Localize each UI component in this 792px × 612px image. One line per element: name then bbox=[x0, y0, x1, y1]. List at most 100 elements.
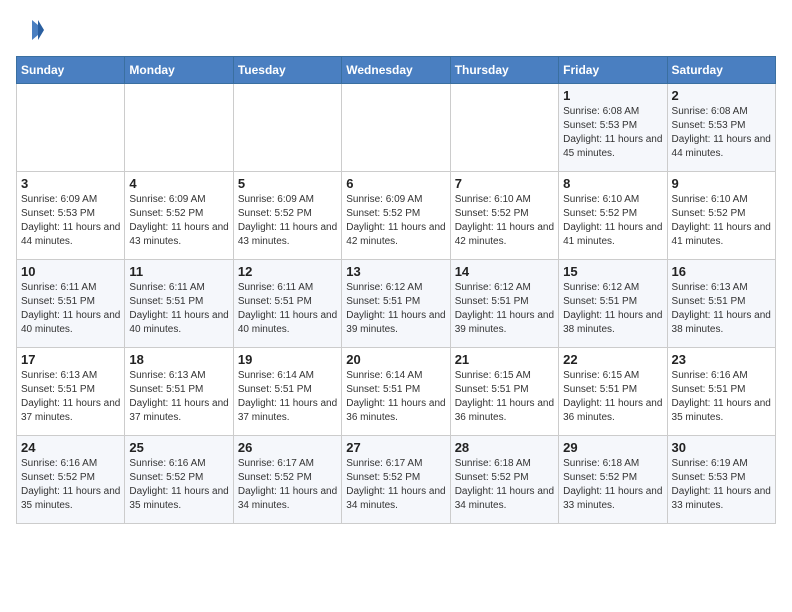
day-info: Sunrise: 6:11 AMSunset: 5:51 PMDaylight:… bbox=[21, 281, 120, 337]
page-header bbox=[16, 16, 776, 44]
day-info: Sunrise: 6:09 AMSunset: 5:52 PMDaylight:… bbox=[129, 193, 228, 249]
calendar-cell: 20 Sunrise: 6:14 AMSunset: 5:51 PMDayligh… bbox=[342, 348, 450, 436]
day-info: Sunrise: 6:13 AMSunset: 5:51 PMDaylight:… bbox=[129, 369, 228, 425]
calendar-cell: 21 Sunrise: 6:15 AMSunset: 5:51 PMDayligh… bbox=[450, 348, 558, 436]
calendar-header: SundayMondayTuesdayWednesdayThursdayFrid… bbox=[17, 57, 776, 84]
calendar-cell: 11 Sunrise: 6:11 AMSunset: 5:51 PMDayligh… bbox=[125, 260, 233, 348]
day-number: 14 bbox=[455, 264, 554, 279]
day-info: Sunrise: 6:12 AMSunset: 5:51 PMDaylight:… bbox=[563, 281, 662, 337]
day-number: 5 bbox=[238, 176, 337, 191]
day-number: 22 bbox=[563, 352, 662, 367]
day-info: Sunrise: 6:15 AMSunset: 5:51 PMDaylight:… bbox=[455, 369, 554, 425]
day-info: Sunrise: 6:10 AMSunset: 5:52 PMDaylight:… bbox=[672, 193, 771, 249]
day-info: Sunrise: 6:18 AMSunset: 5:52 PMDaylight:… bbox=[455, 457, 554, 513]
day-number: 20 bbox=[346, 352, 445, 367]
day-info: Sunrise: 6:13 AMSunset: 5:51 PMDaylight:… bbox=[21, 369, 120, 425]
calendar-cell: 9 Sunrise: 6:10 AMSunset: 5:52 PMDaylight… bbox=[667, 172, 775, 260]
calendar-cell: 14 Sunrise: 6:12 AMSunset: 5:51 PMDayligh… bbox=[450, 260, 558, 348]
calendar-cell: 24Sunrise: 6:16 AMSunset: 5:52 PMDayligh… bbox=[17, 436, 125, 524]
calendar-cell: 10 Sunrise: 6:11 AMSunset: 5:51 PMDayligh… bbox=[17, 260, 125, 348]
day-number: 21 bbox=[455, 352, 554, 367]
day-number: 18 bbox=[129, 352, 228, 367]
day-number: 2 bbox=[672, 88, 771, 103]
day-number: 24 bbox=[21, 440, 120, 455]
calendar-cell: 29Sunrise: 6:18 AMSunset: 5:52 PMDayligh… bbox=[559, 436, 667, 524]
day-number: 12 bbox=[238, 264, 337, 279]
weekday-header-saturday: Saturday bbox=[667, 57, 775, 84]
day-info: Sunrise: 6:09 AMSunset: 5:52 PMDaylight:… bbox=[238, 193, 337, 249]
calendar-cell: 17Sunrise: 6:13 AMSunset: 5:51 PMDayligh… bbox=[17, 348, 125, 436]
calendar-cell: 28 Sunrise: 6:18 AMSunset: 5:52 PMDayligh… bbox=[450, 436, 558, 524]
calendar-week-3: 10 Sunrise: 6:11 AMSunset: 5:51 PMDayligh… bbox=[17, 260, 776, 348]
weekday-header-row: SundayMondayTuesdayWednesdayThursdayFrid… bbox=[17, 57, 776, 84]
weekday-header-tuesday: Tuesday bbox=[233, 57, 341, 84]
day-info: Sunrise: 6:14 AMSunset: 5:51 PMDaylight:… bbox=[238, 369, 337, 425]
day-info: Sunrise: 6:18 AMSunset: 5:52 PMDaylight:… bbox=[563, 457, 662, 513]
calendar-cell: 5 Sunrise: 6:09 AMSunset: 5:52 PMDaylight… bbox=[233, 172, 341, 260]
calendar-cell: 1 Sunrise: 6:08 AMSunset: 5:53 PMDaylight… bbox=[559, 84, 667, 172]
logo-icon bbox=[16, 16, 44, 44]
calendar-cell: 22 Sunrise: 6:15 AMSunset: 5:51 PMDayligh… bbox=[559, 348, 667, 436]
day-number: 30 bbox=[672, 440, 771, 455]
day-info: Sunrise: 6:17 AMSunset: 5:52 PMDaylight:… bbox=[238, 457, 337, 513]
day-info: Sunrise: 6:17 AMSunset: 5:52 PMDaylight:… bbox=[346, 457, 445, 513]
weekday-header-wednesday: Wednesday bbox=[342, 57, 450, 84]
day-info: Sunrise: 6:19 AMSunset: 5:53 PMDaylight:… bbox=[672, 457, 771, 513]
day-number: 9 bbox=[672, 176, 771, 191]
calendar-cell: 13 Sunrise: 6:12 AMSunset: 5:51 PMDayligh… bbox=[342, 260, 450, 348]
calendar-cell: 26 Sunrise: 6:17 AMSunset: 5:52 PMDayligh… bbox=[233, 436, 341, 524]
day-number: 19 bbox=[238, 352, 337, 367]
day-info: Sunrise: 6:12 AMSunset: 5:51 PMDaylight:… bbox=[455, 281, 554, 337]
calendar-body: 1 Sunrise: 6:08 AMSunset: 5:53 PMDaylight… bbox=[17, 84, 776, 524]
day-info: Sunrise: 6:08 AMSunset: 5:53 PMDaylight:… bbox=[563, 105, 662, 161]
day-info: Sunrise: 6:15 AMSunset: 5:51 PMDaylight:… bbox=[563, 369, 662, 425]
day-number: 25 bbox=[129, 440, 228, 455]
calendar-cell: 8 Sunrise: 6:10 AMSunset: 5:52 PMDaylight… bbox=[559, 172, 667, 260]
logo bbox=[16, 16, 48, 44]
day-info: Sunrise: 6:16 AMSunset: 5:52 PMDaylight:… bbox=[129, 457, 228, 513]
day-number: 28 bbox=[455, 440, 554, 455]
calendar-week-2: 3 Sunrise: 6:09 AMSunset: 5:53 PMDaylight… bbox=[17, 172, 776, 260]
calendar-cell bbox=[342, 84, 450, 172]
calendar-cell bbox=[125, 84, 233, 172]
day-info: Sunrise: 6:11 AMSunset: 5:51 PMDaylight:… bbox=[238, 281, 337, 337]
calendar-cell: 18 Sunrise: 6:13 AMSunset: 5:51 PMDayligh… bbox=[125, 348, 233, 436]
day-info: Sunrise: 6:09 AMSunset: 5:53 PMDaylight:… bbox=[21, 193, 120, 249]
calendar-cell: 25 Sunrise: 6:16 AMSunset: 5:52 PMDayligh… bbox=[125, 436, 233, 524]
calendar-cell: 7 Sunrise: 6:10 AMSunset: 5:52 PMDaylight… bbox=[450, 172, 558, 260]
calendar-cell: 30 Sunrise: 6:19 AMSunset: 5:53 PMDayligh… bbox=[667, 436, 775, 524]
calendar-cell: 2 Sunrise: 6:08 AMSunset: 5:53 PMDaylight… bbox=[667, 84, 775, 172]
calendar-cell: 23 Sunrise: 6:16 AMSunset: 5:51 PMDayligh… bbox=[667, 348, 775, 436]
calendar-cell: 4 Sunrise: 6:09 AMSunset: 5:52 PMDaylight… bbox=[125, 172, 233, 260]
day-number: 1 bbox=[563, 88, 662, 103]
day-number: 26 bbox=[238, 440, 337, 455]
day-info: Sunrise: 6:14 AMSunset: 5:51 PMDaylight:… bbox=[346, 369, 445, 425]
day-number: 10 bbox=[21, 264, 120, 279]
weekday-header-friday: Friday bbox=[559, 57, 667, 84]
calendar-week-4: 17Sunrise: 6:13 AMSunset: 5:51 PMDayligh… bbox=[17, 348, 776, 436]
day-info: Sunrise: 6:10 AMSunset: 5:52 PMDaylight:… bbox=[563, 193, 662, 249]
day-number: 8 bbox=[563, 176, 662, 191]
weekday-header-thursday: Thursday bbox=[450, 57, 558, 84]
calendar-cell: 12 Sunrise: 6:11 AMSunset: 5:51 PMDayligh… bbox=[233, 260, 341, 348]
calendar-cell bbox=[17, 84, 125, 172]
day-number: 16 bbox=[672, 264, 771, 279]
day-number: 13 bbox=[346, 264, 445, 279]
day-number: 23 bbox=[672, 352, 771, 367]
day-info: Sunrise: 6:16 AMSunset: 5:51 PMDaylight:… bbox=[672, 369, 771, 425]
day-number: 15 bbox=[563, 264, 662, 279]
day-info: Sunrise: 6:08 AMSunset: 5:53 PMDaylight:… bbox=[672, 105, 771, 161]
day-number: 4 bbox=[129, 176, 228, 191]
calendar-week-1: 1 Sunrise: 6:08 AMSunset: 5:53 PMDaylight… bbox=[17, 84, 776, 172]
calendar-cell bbox=[233, 84, 341, 172]
day-info: Sunrise: 6:13 AMSunset: 5:51 PMDaylight:… bbox=[672, 281, 771, 337]
day-number: 11 bbox=[129, 264, 228, 279]
day-info: Sunrise: 6:10 AMSunset: 5:52 PMDaylight:… bbox=[455, 193, 554, 249]
calendar-cell: 3 Sunrise: 6:09 AMSunset: 5:53 PMDaylight… bbox=[17, 172, 125, 260]
day-number: 27 bbox=[346, 440, 445, 455]
day-number: 3 bbox=[21, 176, 120, 191]
calendar-cell: 16 Sunrise: 6:13 AMSunset: 5:51 PMDayligh… bbox=[667, 260, 775, 348]
day-info: Sunrise: 6:11 AMSunset: 5:51 PMDaylight:… bbox=[129, 281, 228, 337]
day-info: Sunrise: 6:12 AMSunset: 5:51 PMDaylight:… bbox=[346, 281, 445, 337]
day-number: 7 bbox=[455, 176, 554, 191]
